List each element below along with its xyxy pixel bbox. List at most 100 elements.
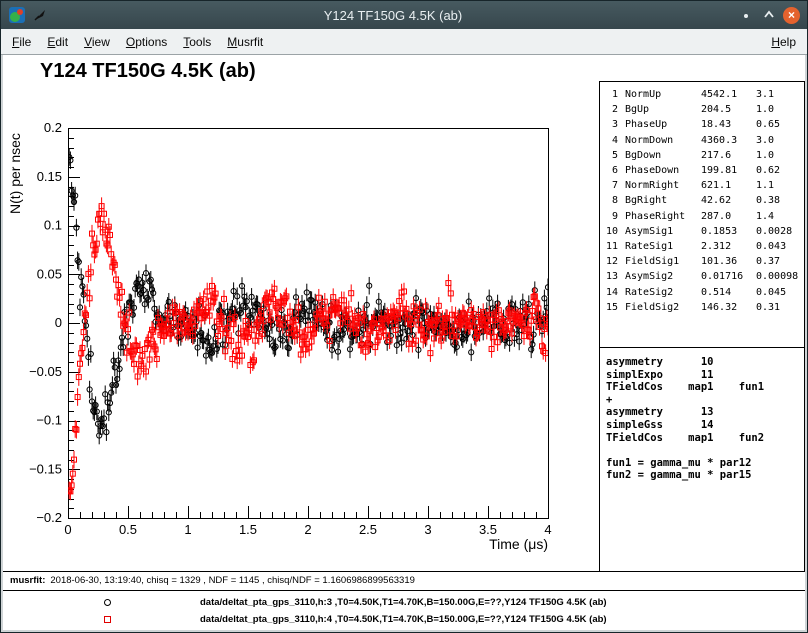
param-error: 3.1 xyxy=(756,89,774,100)
param-row: 4NormDown4360.33.0 xyxy=(604,133,801,148)
param-row: 6PhaseDown199.810.62 xyxy=(604,163,801,178)
svg-text:0: 0 xyxy=(55,315,62,330)
param-no: 10 xyxy=(604,226,618,237)
theory-panel: asymmetry 10simplExpo 11TFieldCos map1 f… xyxy=(599,347,805,572)
theory-line: asymmetry 10 xyxy=(606,356,804,369)
param-row: 15 FieldSig2146.320.31 xyxy=(604,300,801,315)
param-row: 7NormRight621.11.1 xyxy=(604,178,801,193)
svg-text:2.5: 2.5 xyxy=(359,522,377,537)
minimize-button[interactable] xyxy=(737,6,755,24)
legend-entry: data/deltat_pta_gps_3110,h:3 ,T0=4.50K,T… xyxy=(3,594,805,611)
plot-area[interactable]: 00.511.522.533.540.20.150.10.050−0.05−0.… xyxy=(3,101,573,581)
param-no: 11 xyxy=(604,241,618,252)
series-square xyxy=(67,197,551,500)
param-name: RateSig1 xyxy=(625,241,701,252)
param-value: 217.6 xyxy=(701,150,756,161)
param-name: FieldSig2 xyxy=(625,302,701,313)
svg-text:4: 4 xyxy=(544,522,551,537)
param-name: BgRight xyxy=(625,195,701,206)
menu-file[interactable]: File xyxy=(4,31,39,53)
svg-text:−0.1: −0.1 xyxy=(36,413,62,428)
param-row: 9PhaseRight287.01.4 xyxy=(604,209,801,224)
legend-entry: data/deltat_pta_gps_3110,h:4 ,T0=4.50K,T… xyxy=(3,611,805,628)
param-name: RateSig2 xyxy=(625,287,701,298)
param-row: 10 AsymSig10.18530.0028 xyxy=(604,224,801,239)
titlebar[interactable]: Y124 TF150G 4.5K (ab) × xyxy=(1,1,807,29)
param-name: PhaseRight xyxy=(625,211,701,222)
param-error: 0.00098 xyxy=(756,271,798,282)
app-icon xyxy=(8,6,26,24)
param-name: FieldSig1 xyxy=(625,256,701,267)
theory-line: + xyxy=(606,394,804,407)
status-prefix: musrfit: xyxy=(10,575,45,586)
param-error: 0.0028 xyxy=(756,226,792,237)
param-row: 1NormUp4542.13.1 xyxy=(604,87,801,102)
close-button[interactable]: × xyxy=(783,7,800,24)
menu-options[interactable]: Options xyxy=(118,31,175,53)
svg-text:1: 1 xyxy=(184,522,191,537)
svg-text:1.5: 1.5 xyxy=(239,522,257,537)
param-error: 0.37 xyxy=(756,256,780,267)
menu-musrfit[interactable]: Musrfit xyxy=(219,31,271,53)
param-value: 199.81 xyxy=(701,165,756,176)
param-value: 18.43 xyxy=(701,119,756,130)
param-row: 11RateSig12.3120.043 xyxy=(604,239,801,254)
param-no: 4 xyxy=(604,135,618,146)
data-series-group xyxy=(67,148,551,500)
param-no: 13 xyxy=(604,271,618,282)
svg-text:2: 2 xyxy=(304,522,311,537)
theory-line: simpleGss 14 xyxy=(606,419,804,432)
param-no: 9 xyxy=(604,211,618,222)
param-no: 5 xyxy=(604,150,618,161)
param-no: 6 xyxy=(604,165,618,176)
param-name: AsymSig1 xyxy=(625,226,701,237)
svg-text:0: 0 xyxy=(64,522,71,537)
menu-edit[interactable]: Edit xyxy=(39,31,76,53)
fit-status-line: musrfit:2018-06-30, 13:19:40, chisq = 13… xyxy=(10,575,415,586)
legend-circle-icon xyxy=(104,599,111,606)
param-error: 1.0 xyxy=(756,150,774,161)
plot-title: Y124 TF150G 4.5K (ab) xyxy=(40,60,256,83)
svg-text:−0.05: −0.05 xyxy=(29,364,62,379)
param-error: 0.045 xyxy=(756,287,786,298)
param-name: AsymSig2 xyxy=(625,271,701,282)
param-no: 7 xyxy=(604,180,618,191)
param-error: 0.65 xyxy=(756,119,780,130)
param-error: 0.38 xyxy=(756,195,780,206)
legend-square-icon xyxy=(104,616,111,623)
param-name: NormRight xyxy=(625,180,701,191)
root-canvas: Y124 TF150G 4.5K (ab) 00.511.522.533.540… xyxy=(3,55,805,630)
menu-view[interactable]: View xyxy=(76,31,118,53)
menu-help[interactable]: Help xyxy=(763,31,804,53)
param-no: 14 xyxy=(604,287,618,298)
param-no: 15 xyxy=(604,302,618,313)
param-error: 0.62 xyxy=(756,165,780,176)
separator-line xyxy=(3,590,805,591)
param-name: PhaseUp xyxy=(625,119,701,130)
param-no: 1 xyxy=(604,89,618,100)
param-value: 0.01716 xyxy=(701,271,756,282)
param-value: 0.1853 xyxy=(701,226,756,237)
param-value: 2.312 xyxy=(701,241,756,252)
param-value: 146.32 xyxy=(701,302,756,313)
legend-text: data/deltat_pta_gps_3110,h:4 ,T0=4.50K,T… xyxy=(200,614,607,625)
menu-tools[interactable]: Tools xyxy=(175,31,219,53)
svg-text:0.05: 0.05 xyxy=(37,266,62,281)
svg-text:0.2: 0.2 xyxy=(44,120,62,135)
svg-text:−0.15: −0.15 xyxy=(29,461,62,476)
param-error: 0.31 xyxy=(756,302,780,313)
theory-line: TFieldCos map1 fun1 xyxy=(606,381,804,394)
separator-line xyxy=(3,571,805,572)
maximize-button[interactable] xyxy=(760,6,778,24)
pin-icon[interactable] xyxy=(31,6,49,24)
menubar: File Edit View Options Tools Musrfit Hel… xyxy=(1,29,807,55)
param-row: 8BgRight42.620.38 xyxy=(604,193,801,208)
fit-parameters-panel: 1NormUp4542.13.12BgUp204.51.03PhaseUp18.… xyxy=(599,81,805,348)
series-circle xyxy=(67,148,551,444)
svg-text:0.5: 0.5 xyxy=(119,522,137,537)
app-window: Y124 TF150G 4.5K (ab) × File Edit View O… xyxy=(0,0,808,633)
param-value: 4542.1 xyxy=(701,89,756,100)
svg-text:3.5: 3.5 xyxy=(479,522,497,537)
window-title: Y124 TF150G 4.5K (ab) xyxy=(54,8,732,23)
param-no: 2 xyxy=(604,104,618,115)
